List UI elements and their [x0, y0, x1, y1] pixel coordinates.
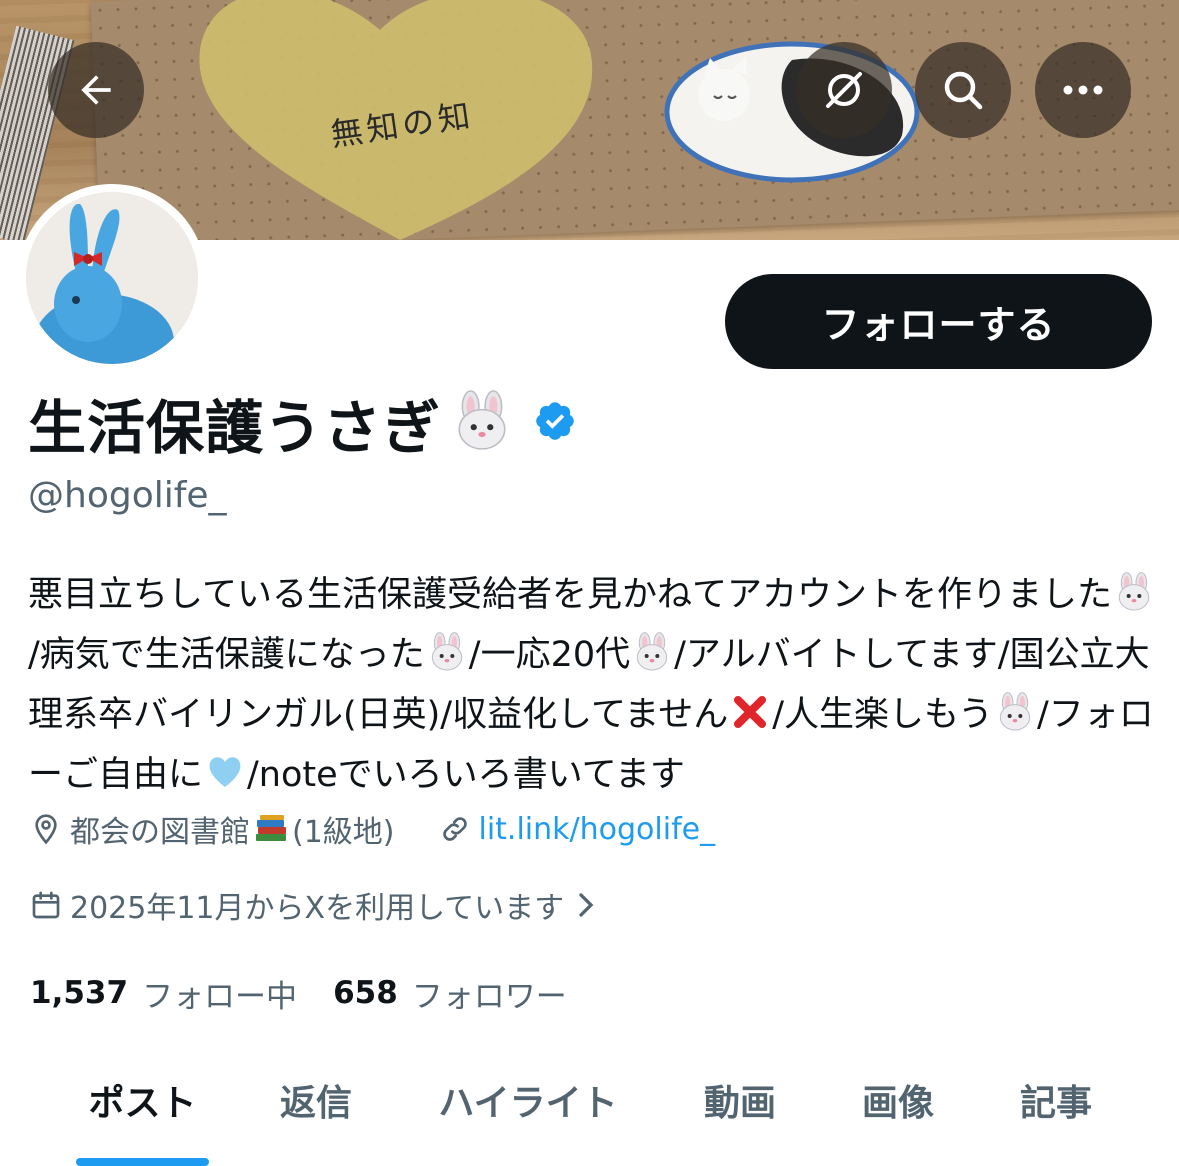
display-name: 生活保護うさぎ	[28, 394, 442, 462]
bio-text: /人生楽しもう	[772, 695, 994, 735]
verified-badge-icon[interactable]	[533, 399, 577, 447]
follow-button[interactable]: フォローする	[725, 274, 1152, 369]
profile-meta-row: 都会の図書館 (1級地) lit.link/hogolife_	[30, 806, 715, 852]
location-text: 都会の図書館	[70, 815, 250, 850]
chevron-right-icon	[574, 890, 598, 920]
search-icon	[944, 71, 983, 110]
location-icon	[30, 813, 62, 845]
following-count: 1,537	[30, 975, 129, 1011]
bio-text: /病気で生活保護になった	[28, 635, 425, 675]
tab-images[interactable]: 画像	[840, 1072, 956, 1128]
tab-highlights[interactable]: ハイライト	[420, 1072, 636, 1128]
bio-text: /noteでいろいろ書いてます	[247, 755, 685, 795]
followers-stat[interactable]: 658 フォロワー	[333, 971, 567, 1016]
more-button[interactable]	[1035, 42, 1131, 138]
tab-videos[interactable]: 動画	[682, 1072, 798, 1128]
rabbit-face-emoji-icon	[632, 632, 672, 688]
rabbit-face-emoji-icon	[451, 390, 513, 456]
follow-stats: 1,537 フォロー中 658 フォロワー	[30, 970, 567, 1016]
rabbit-face-emoji-icon	[995, 692, 1035, 748]
tab-replies[interactable]: 返信	[258, 1072, 374, 1128]
following-stat[interactable]: 1,537 フォロー中	[30, 971, 297, 1016]
bio-text: 悪目立ちしている生活保護受給者を見かねてアカウントを作りました	[28, 575, 1112, 615]
calendar-icon	[30, 889, 62, 921]
search-button[interactable]	[915, 42, 1011, 138]
avatar-image	[26, 192, 198, 364]
grok-button[interactable]	[796, 42, 892, 138]
joined-row[interactable]: 2025年11月からXを利用しています	[30, 882, 598, 928]
profile-banner[interactable]: 無知の知	[0, 0, 1179, 240]
profile-bio: 悪目立ちしている生活保護受給者を見かねてアカウントを作りました/病気で生活保護に…	[28, 568, 1158, 808]
profile-name-row: 生活保護うさぎ	[28, 388, 577, 462]
active-tab-indicator	[76, 1158, 209, 1166]
cross-mark-emoji-icon	[730, 692, 770, 748]
joined-text: 2025年11月からXを利用しています	[70, 891, 565, 926]
more-horizontal-icon	[1063, 85, 1103, 95]
tab-articles[interactable]: 記事	[998, 1072, 1114, 1128]
bio-text: /一応20代	[468, 635, 631, 675]
back-button[interactable]	[48, 42, 144, 138]
following-label: フォロー中	[142, 978, 298, 1015]
grok-icon	[826, 72, 862, 108]
light-blue-heart-emoji-icon	[205, 752, 245, 808]
rabbit-face-emoji-icon	[427, 632, 467, 688]
link-icon	[439, 813, 471, 845]
location-suffix: (1級地)	[292, 815, 395, 850]
followers-count: 658	[333, 975, 398, 1011]
books-emoji-icon	[254, 814, 288, 844]
tab-posts[interactable]: ポスト	[60, 1072, 225, 1128]
arrow-left-icon	[81, 75, 111, 105]
blue-rabbit-image	[26, 192, 198, 364]
rabbit-face-emoji-icon	[1114, 572, 1154, 628]
avatar[interactable]	[18, 184, 206, 372]
profile-link[interactable]: lit.link/hogolife_	[479, 812, 716, 847]
followers-label: フォロワー	[411, 978, 567, 1015]
banner-cats	[664, 41, 920, 183]
profile-handle: @hogolife_	[28, 475, 227, 516]
